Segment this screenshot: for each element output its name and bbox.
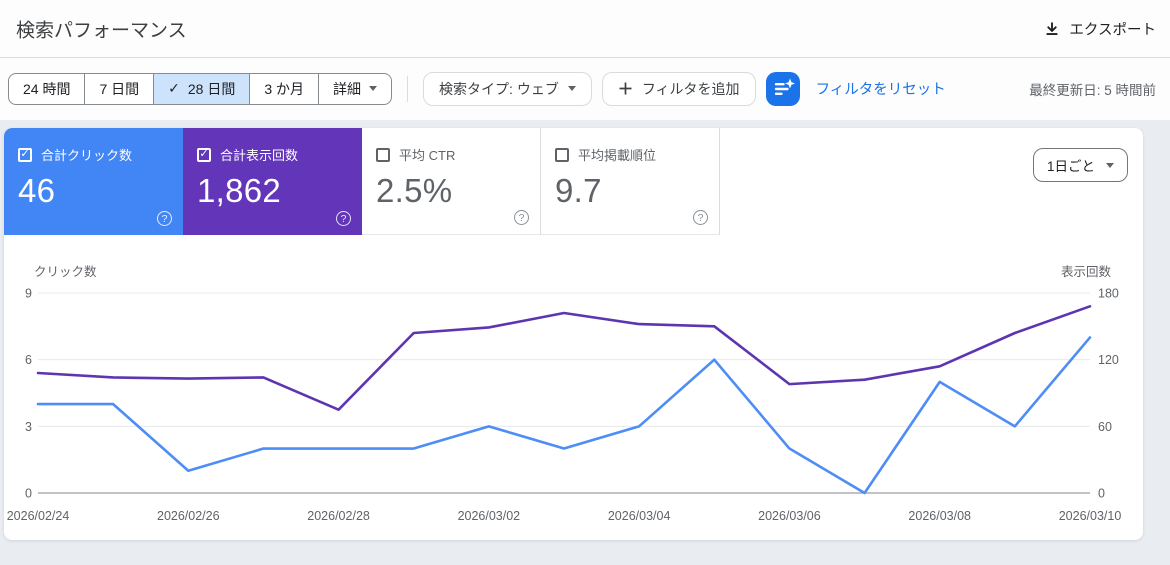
metric-value: 9.7 xyxy=(555,172,602,209)
chevron-down-icon xyxy=(567,86,576,91)
granularity-dropdown[interactable]: 1日ごと xyxy=(1032,148,1128,182)
metric-value: 2.5% xyxy=(376,172,453,209)
search-type-filter-button[interactable]: 検索タイプ: ウェブ xyxy=(423,71,592,106)
performance-card: ✓ 合計クリック数 46 ? ✓ 合計表示回数 1,862 ? 平均 CTR 2… xyxy=(4,128,1143,540)
last-updated-text: 最終更新日: 5 時間前 xyxy=(1029,82,1156,98)
checkbox-checked[interactable]: ✓ xyxy=(18,147,32,162)
svg-text:2026/03/04: 2026/03/04 xyxy=(608,509,671,523)
svg-text:9: 9 xyxy=(25,287,32,301)
help-icon[interactable]: ? xyxy=(514,210,529,225)
divider xyxy=(407,75,409,102)
export-button[interactable]: エクスポート xyxy=(1044,18,1156,39)
svg-text:120: 120 xyxy=(1098,353,1119,367)
filter-sparkle-icon xyxy=(774,78,795,95)
metric-card-total-impressions[interactable]: ✓ 合計表示回数 1,862 ? xyxy=(183,128,362,235)
metric-card-average-ctr[interactable]: 平均 CTR 2.5% ? xyxy=(362,128,541,235)
svg-text:2026/02/26: 2026/02/26 xyxy=(157,509,220,523)
metrics-row: ✓ 合計クリック数 46 ? ✓ 合計表示回数 1,862 ? 平均 CTR 2… xyxy=(4,128,720,235)
svg-text:0: 0 xyxy=(1098,487,1105,501)
help-icon[interactable]: ? xyxy=(336,211,351,226)
title-bar: 検索パフォーマンス エクスポート xyxy=(0,0,1170,58)
svg-text:2026/02/28: 2026/02/28 xyxy=(307,509,370,523)
range-7d-button[interactable]: 7 日間 xyxy=(85,73,155,104)
add-filter-button[interactable]: フィルタを追加 xyxy=(601,71,756,106)
metric-label: 平均掲載順位 xyxy=(578,148,657,163)
checkbox-unchecked[interactable] xyxy=(555,147,569,162)
help-icon[interactable]: ? xyxy=(157,211,172,226)
range-detail-button[interactable]: 詳細 xyxy=(319,74,391,104)
svg-text:クリック数: クリック数 xyxy=(34,264,97,279)
svg-text:60: 60 xyxy=(1098,420,1112,434)
date-range-control: 24 時間 7 日間 ✓ 28 日間 3 か月 詳細 xyxy=(8,72,393,105)
range-3mo-button[interactable]: 3 か月 xyxy=(250,73,320,104)
metric-label: 合計クリック数 xyxy=(41,148,133,163)
svg-text:2026/03/06: 2026/03/06 xyxy=(758,509,821,523)
checkbox-checked[interactable]: ✓ xyxy=(197,147,211,162)
svg-text:表示回数: 表示回数 xyxy=(1061,264,1112,279)
metric-card-average-position[interactable]: 平均掲載順位 9.7 ? xyxy=(541,128,720,235)
svg-text:2026/03/08: 2026/03/08 xyxy=(908,509,971,523)
metric-label: 平均 CTR xyxy=(399,148,456,163)
range-28d-button[interactable]: ✓ 28 日間 xyxy=(154,73,251,104)
page-header: 検索パフォーマンス エクスポート 24 時間 7 日間 ✓ 28 日間 3 か月 xyxy=(0,0,1170,120)
check-icon: ✓ xyxy=(168,80,180,96)
chevron-down-icon xyxy=(369,86,378,91)
page-title: 検索パフォーマンス xyxy=(16,20,187,41)
svg-text:2026/02/24: 2026/02/24 xyxy=(7,509,70,523)
svg-text:180: 180 xyxy=(1098,287,1119,301)
download-icon xyxy=(1047,22,1058,35)
svg-text:6: 6 xyxy=(25,353,32,367)
metric-label: 合計表示回数 xyxy=(220,148,299,163)
metric-value: 46 xyxy=(18,172,56,209)
export-label: エクスポート xyxy=(1069,22,1156,38)
svg-text:0: 0 xyxy=(25,487,32,501)
reset-filters-link[interactable]: フィルタをリセット xyxy=(816,78,946,99)
svg-text:3: 3 xyxy=(25,420,32,434)
plus-icon xyxy=(619,82,632,95)
svg-text:2026/03/10: 2026/03/10 xyxy=(1059,509,1122,523)
range-24h-button[interactable]: 24 時間 xyxy=(9,73,86,104)
metric-value: 1,862 xyxy=(197,172,282,209)
svg-text:2026/03/02: 2026/03/02 xyxy=(458,509,521,523)
chevron-down-icon xyxy=(1106,162,1114,168)
checkbox-unchecked[interactable] xyxy=(376,147,390,162)
filter-bar: 24 時間 7 日間 ✓ 28 日間 3 か月 詳細 検索タイプ: ウェブ フィ… xyxy=(0,58,1170,119)
smart-filter-button[interactable] xyxy=(765,71,800,106)
help-icon[interactable]: ? xyxy=(693,210,708,225)
metric-card-total-clicks[interactable]: ✓ 合計クリック数 46 ? xyxy=(4,128,183,235)
